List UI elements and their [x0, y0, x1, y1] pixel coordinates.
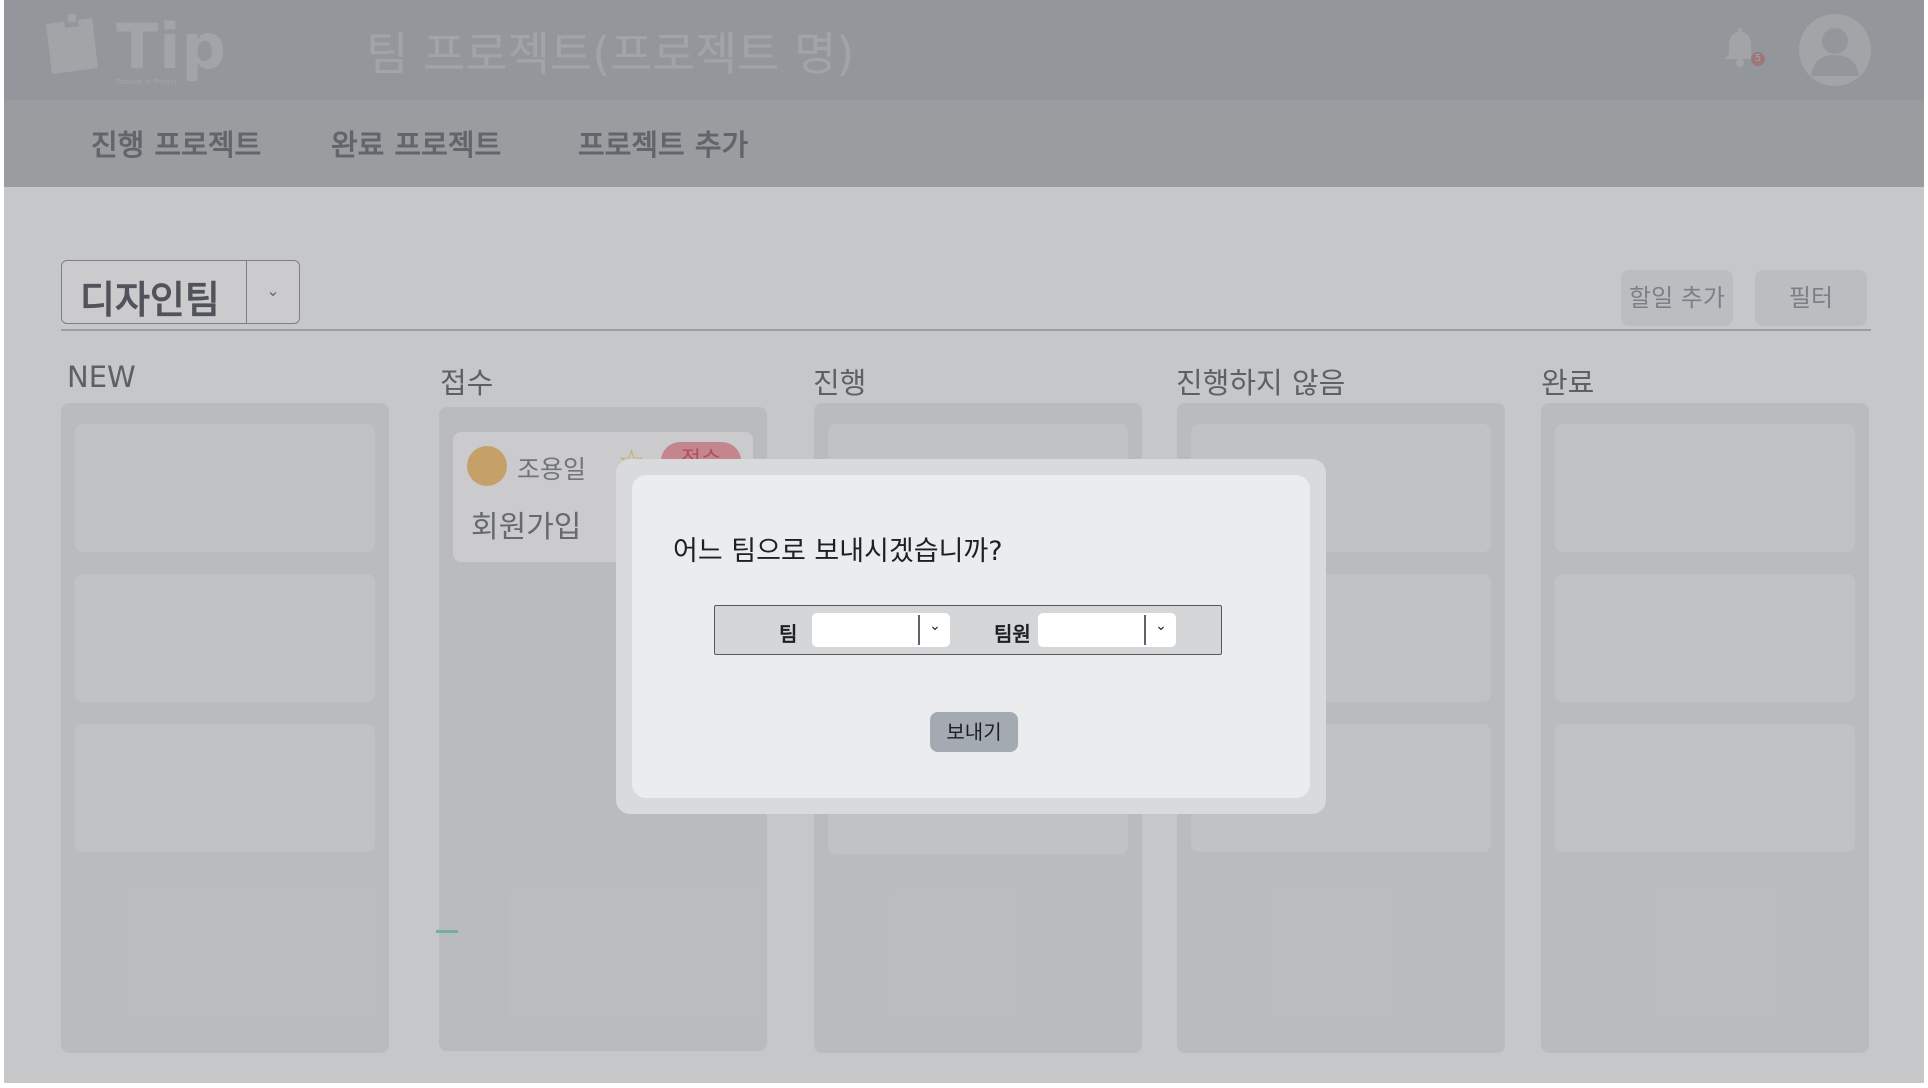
- send-team-modal: 어느 팀으로 보내시겠습니까? 팀 ⌄ 팀원 ⌄ 보내기: [616, 459, 1326, 814]
- member-label: 팀원: [994, 622, 1031, 646]
- team-dropdown-divider: [918, 615, 920, 645]
- send-button[interactable]: 보내기: [930, 712, 1018, 752]
- chevron-down-icon: ⌄: [929, 618, 941, 634]
- chevron-down-icon: ⌄: [1155, 618, 1167, 634]
- header-dim: [4, 0, 1924, 187]
- member-dropdown-divider: [1144, 615, 1146, 645]
- member-dropdown[interactable]: ⌄: [1038, 613, 1176, 647]
- team-dropdown[interactable]: ⌄: [812, 613, 950, 647]
- modal-body: 어느 팀으로 보내시겠습니까? 팀 ⌄ 팀원 ⌄ 보내기: [632, 475, 1310, 798]
- modal-question: 어느 팀으로 보내시겠습니까?: [673, 536, 1003, 567]
- team-label: 팀: [779, 622, 798, 646]
- app-window: Tip Todolist in Project 팀 프로젝트(프로젝트 명) 5…: [4, 0, 1924, 1083]
- team-member-selector: 팀 ⌄ 팀원 ⌄: [714, 605, 1222, 655]
